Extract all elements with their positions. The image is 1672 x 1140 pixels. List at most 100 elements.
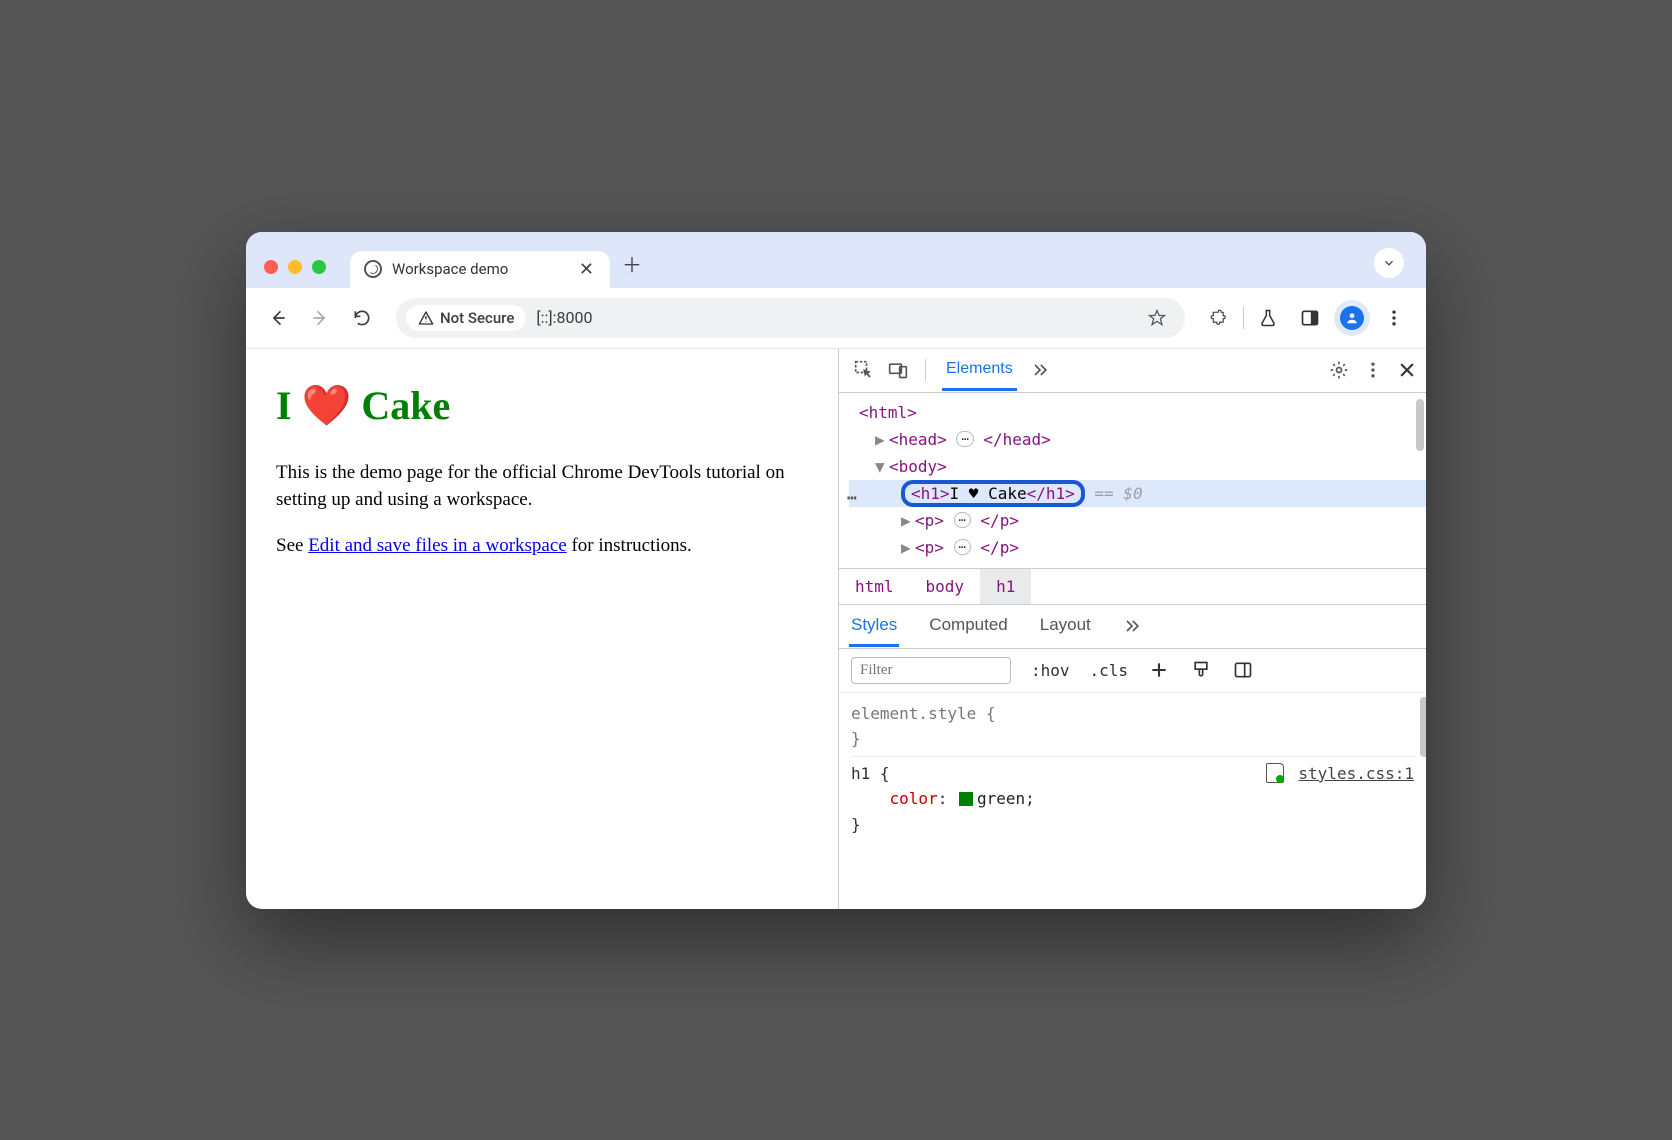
tab-title: Workspace demo xyxy=(392,260,508,278)
browser-toolbar: Not Secure [::]:8000 xyxy=(246,288,1426,349)
page-paragraph-1: This is the demo page for the official C… xyxy=(276,459,808,514)
profile-button[interactable] xyxy=(1334,300,1370,336)
styles-filter-input[interactable] xyxy=(851,657,1011,684)
selector-text: element.style { xyxy=(851,704,996,723)
puzzle-icon xyxy=(1209,308,1229,328)
minimize-window-button[interactable] xyxy=(288,260,302,274)
dom-tree[interactable]: <html> ▶<head> ⋯ </head> ▼<body> ⋯ <h1>I… xyxy=(839,393,1426,568)
back-button[interactable] xyxy=(260,300,296,336)
reload-icon xyxy=(352,308,372,328)
new-tab-button[interactable]: ＋ xyxy=(622,249,642,278)
dom-node-head[interactable]: ▶<head> ⋯ </head> xyxy=(849,426,1426,453)
chevrons-right-icon xyxy=(1030,360,1050,380)
styles-rules[interactable]: element.style { } styles.css:1 h1 { colo… xyxy=(839,693,1426,854)
source-link[interactable]: styles.css:1 xyxy=(1266,761,1414,787)
warning-icon xyxy=(418,310,434,326)
close-icon xyxy=(1397,360,1417,380)
arrow-right-icon xyxy=(310,308,330,328)
kebab-icon xyxy=(1363,360,1383,380)
copy-styles-button[interactable] xyxy=(1190,659,1212,681)
devices-icon xyxy=(888,360,908,380)
dom-node-html[interactable]: <html> xyxy=(849,399,1426,426)
arrow-left-icon xyxy=(268,308,288,328)
extensions-button[interactable] xyxy=(1201,300,1237,336)
console-reference: == $0 xyxy=(1094,484,1142,503)
content-area: I ❤️ Cake This is the demo page for the … xyxy=(246,349,1426,909)
breadcrumb-body[interactable]: body xyxy=(910,569,981,604)
security-chip-label: Not Secure xyxy=(440,309,514,327)
side-panel-button[interactable] xyxy=(1292,300,1328,336)
labs-button[interactable] xyxy=(1250,300,1286,336)
rendered-page: I ❤️ Cake This is the demo page for the … xyxy=(246,349,838,909)
security-chip[interactable]: Not Secure xyxy=(406,305,526,331)
workspace-dot-icon xyxy=(1276,775,1284,783)
flask-icon xyxy=(1258,308,1278,328)
new-style-rule-button[interactable] xyxy=(1148,659,1170,681)
paragraph-text: for instructions. xyxy=(567,535,692,556)
avatar xyxy=(1340,306,1364,330)
h1-style-rule[interactable]: styles.css:1 h1 { color: green; } xyxy=(851,757,1414,842)
scrollbar[interactable] xyxy=(1420,697,1426,757)
inspect-element-button[interactable] xyxy=(853,359,875,381)
tab-strip: Workspace demo ✕ ＋ xyxy=(246,232,1426,288)
devtools-settings-button[interactable] xyxy=(1328,359,1350,381)
close-window-button[interactable] xyxy=(264,260,278,274)
reload-button[interactable] xyxy=(344,300,380,336)
page-paragraph-2: See Edit and save files in a workspace f… xyxy=(276,532,808,560)
browser-window: Workspace demo ✕ ＋ Not Secure [::]:8000 xyxy=(246,232,1426,909)
property-name[interactable]: color xyxy=(890,789,938,808)
star-icon xyxy=(1147,308,1167,328)
brace: } xyxy=(851,729,861,748)
styles-tab[interactable]: Styles xyxy=(849,606,899,647)
more-subtabs-button[interactable] xyxy=(1121,615,1143,637)
maximize-window-button[interactable] xyxy=(312,260,326,274)
hover-toggle[interactable]: :hov xyxy=(1031,661,1070,680)
chevrons-right-icon xyxy=(1122,616,1142,636)
separator xyxy=(925,359,926,381)
elements-tab[interactable]: Elements xyxy=(942,350,1017,391)
styles-subtabs: Styles Computed Layout xyxy=(839,605,1426,649)
panel-icon xyxy=(1300,308,1320,328)
close-devtools-button[interactable] xyxy=(1396,359,1418,381)
more-tabs-button[interactable] xyxy=(1029,359,1051,381)
dom-node-body[interactable]: ▼<body> xyxy=(849,453,1426,480)
computed-tab[interactable]: Computed xyxy=(927,606,1009,647)
tab-list-menu[interactable] xyxy=(1374,248,1404,278)
forward-button[interactable] xyxy=(302,300,338,336)
dom-node-h1-selected[interactable]: ⋯ <h1>I ♥ Cake</h1> == $0 xyxy=(849,480,1426,507)
address-bar[interactable]: Not Secure [::]:8000 xyxy=(396,298,1185,338)
device-toolbar-button[interactable] xyxy=(887,359,909,381)
devtools-menu-button[interactable] xyxy=(1362,359,1384,381)
close-tab-button[interactable]: ✕ xyxy=(579,259,594,280)
layout-tab[interactable]: Layout xyxy=(1038,606,1093,647)
paragraph-text: See xyxy=(276,535,308,556)
chrome-menu-button[interactable] xyxy=(1376,300,1412,336)
selector-text: h1 { xyxy=(851,764,890,783)
url-text: [::]:8000 xyxy=(536,308,592,327)
workspace-tutorial-link[interactable]: Edit and save files in a workspace xyxy=(308,535,567,556)
window-controls xyxy=(264,260,326,274)
class-toggle[interactable]: .cls xyxy=(1090,661,1129,680)
dom-node-p2[interactable]: ▶<p> ⋯ </p> xyxy=(849,534,1426,561)
globe-icon xyxy=(364,260,382,278)
devtools-toolbar: Elements xyxy=(839,349,1426,393)
devtools-panel: Elements <html> ▶<head> ⋯ </ xyxy=(838,349,1426,909)
computed-sidebar-button[interactable] xyxy=(1232,659,1254,681)
bookmark-button[interactable] xyxy=(1143,304,1171,332)
selected-node-highlight: <h1>I ♥ Cake</h1> xyxy=(901,480,1085,507)
browser-tab[interactable]: Workspace demo ✕ xyxy=(350,251,610,288)
color-swatch[interactable] xyxy=(959,792,973,806)
more-actions-icon[interactable]: ⋯ xyxy=(847,484,858,511)
scrollbar[interactable] xyxy=(1416,399,1424,451)
panel-right-icon xyxy=(1233,660,1253,680)
dom-node-p1[interactable]: ▶<p> ⋯ </p> xyxy=(849,507,1426,534)
property-value[interactable]: green xyxy=(977,789,1025,808)
element-style-rule[interactable]: element.style { } xyxy=(851,697,1414,757)
page-heading: I ❤️ Cake xyxy=(276,377,808,435)
kebab-icon xyxy=(1384,308,1404,328)
brace: } xyxy=(851,815,861,834)
plus-icon xyxy=(1149,660,1169,680)
toolbar-separator xyxy=(1243,307,1244,329)
breadcrumb-html[interactable]: html xyxy=(839,569,910,604)
breadcrumb-h1[interactable]: h1 xyxy=(980,569,1031,604)
